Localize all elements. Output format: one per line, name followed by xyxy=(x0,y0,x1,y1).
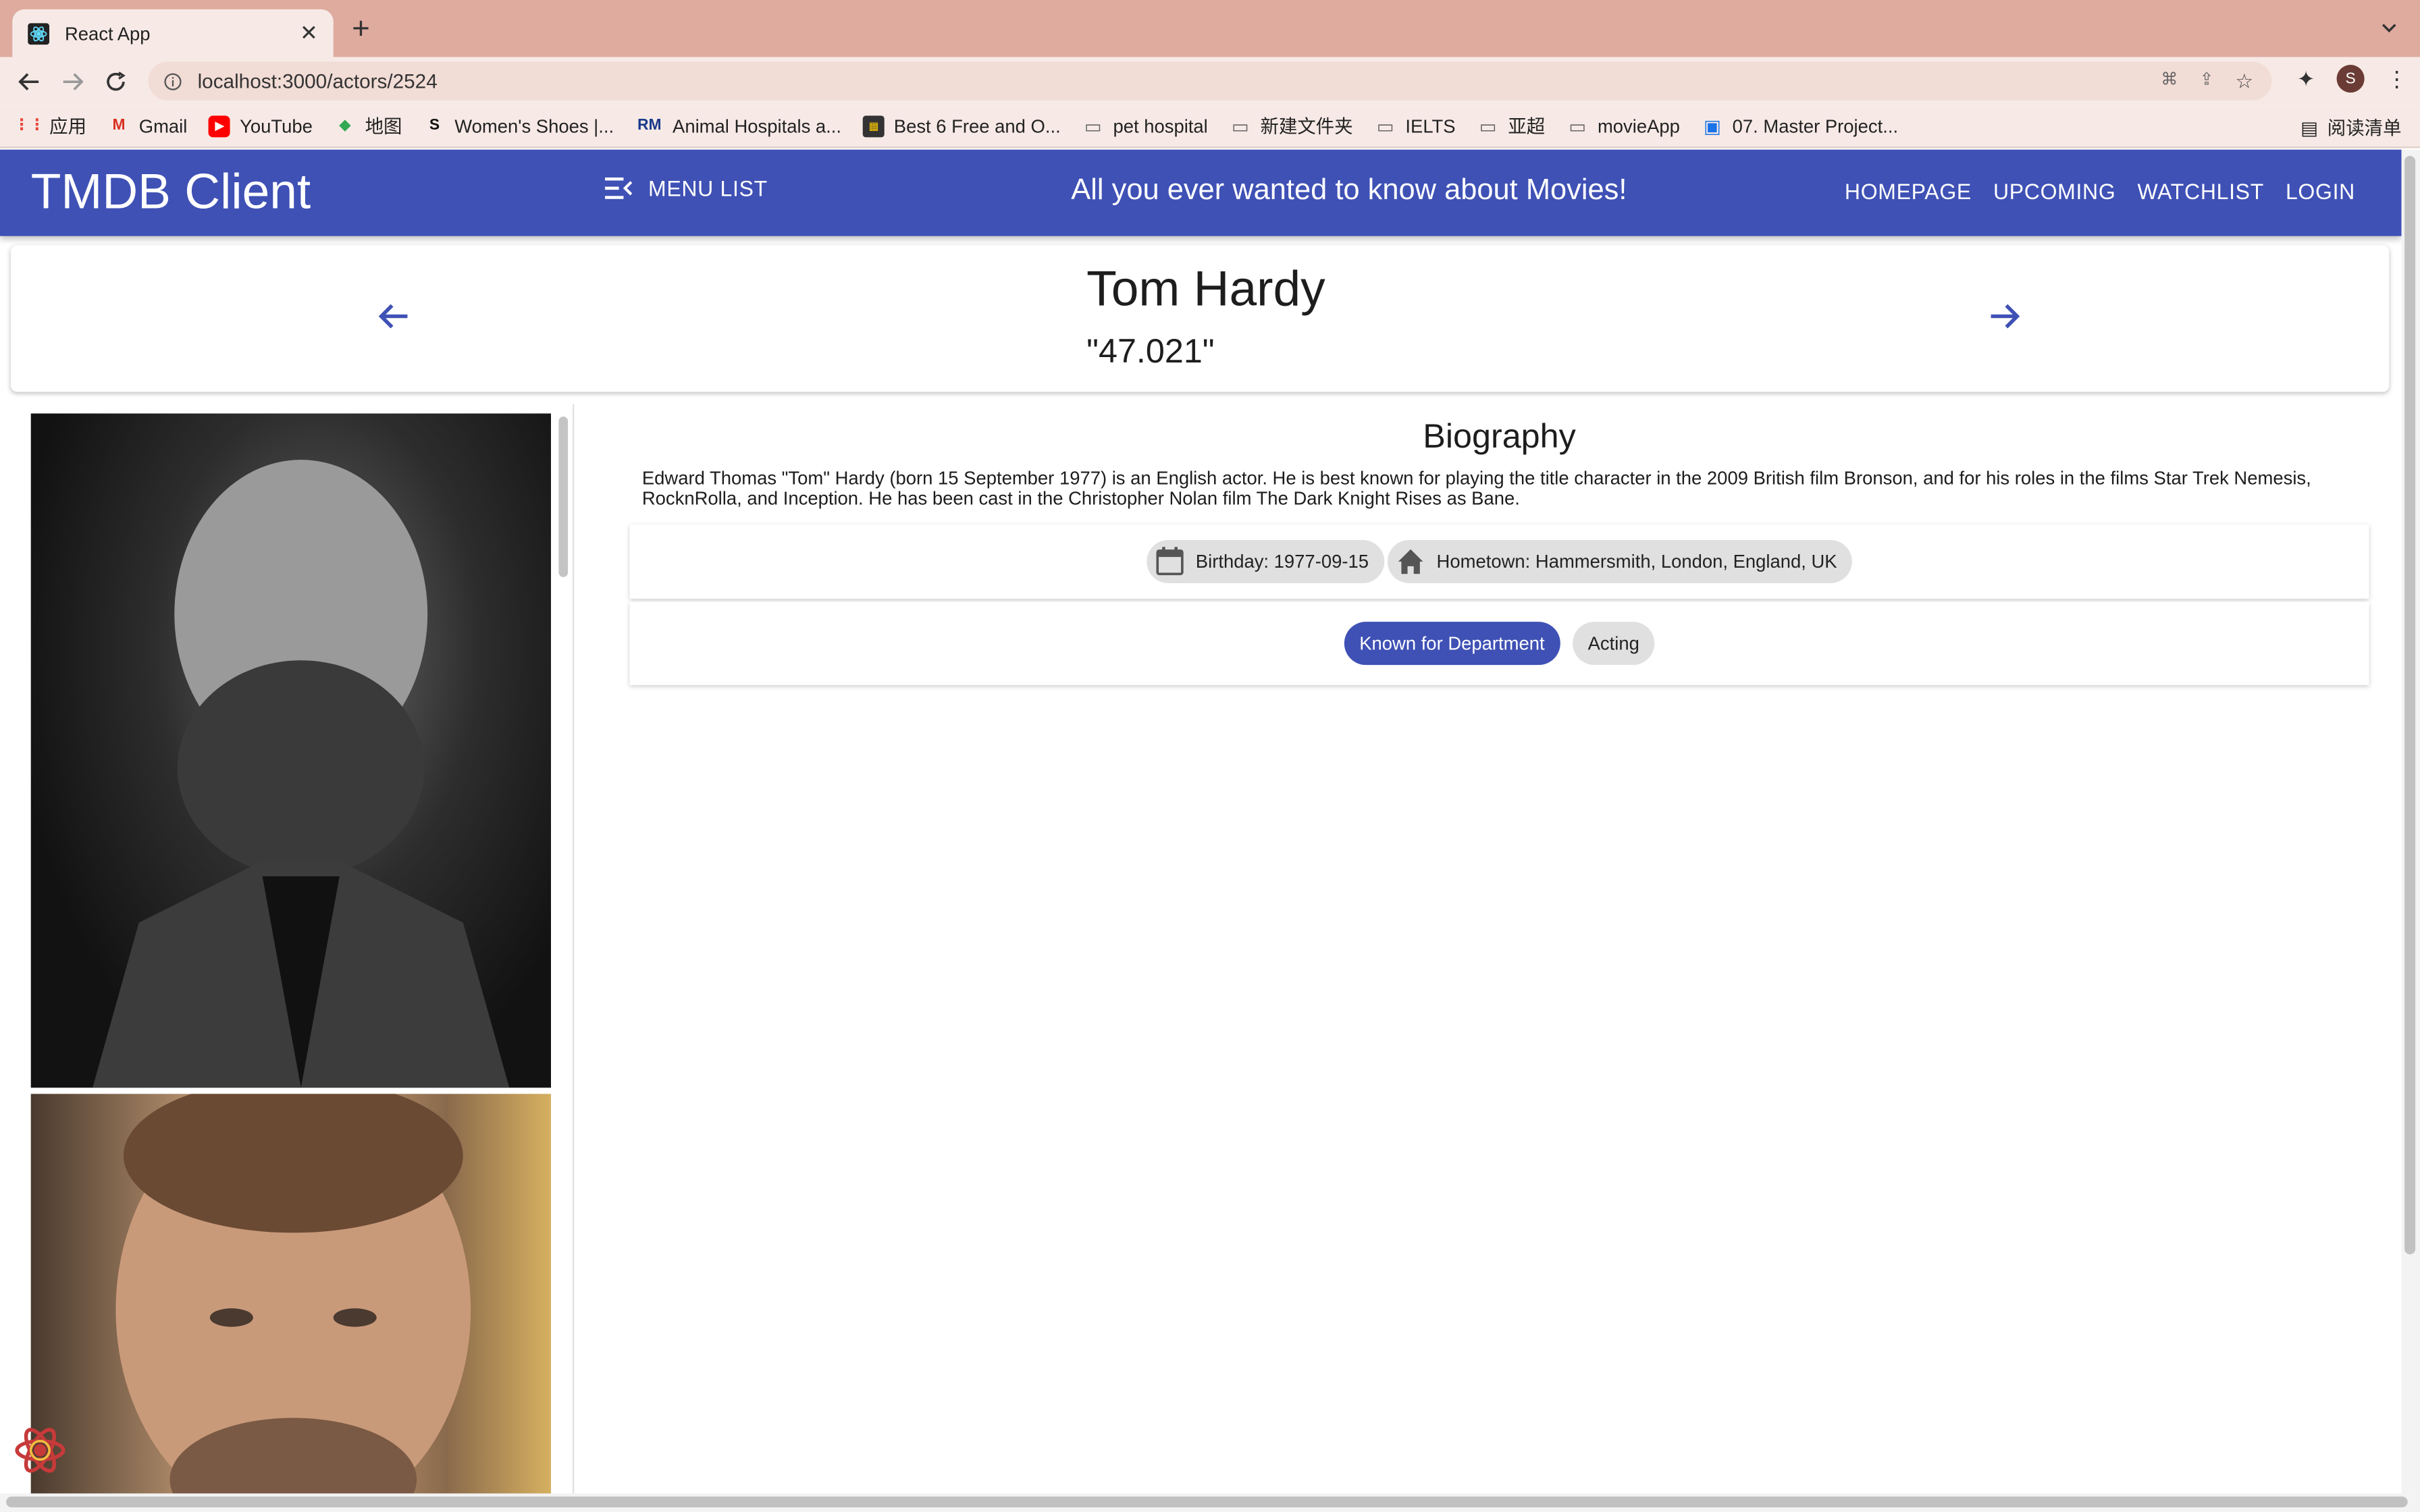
actor-photo xyxy=(30,413,551,1088)
bookmark-gmail[interactable]: M Gmail xyxy=(108,115,187,136)
birthday-chip: Birthday: 1977-09-15 xyxy=(1146,539,1384,583)
bookmark-asian-market[interactable]: ▭ 亚超 xyxy=(1477,113,1546,139)
actor-popularity: "47.021" xyxy=(1086,331,1215,371)
address-bar[interactable]: localhost:3000/actors/2524 ⌘ ⇪ ☆ xyxy=(148,61,2272,101)
scrollbar-thumb[interactable] xyxy=(2404,155,2416,1255)
folder-icon: ▭ xyxy=(1376,115,1394,137)
browser-toolbar: localhost:3000/actors/2524 ⌘ ⇪ ☆ ✦ S ⋮ xyxy=(0,57,2420,105)
bookmark-apps[interactable]: ⋮⋮ 应用 xyxy=(14,113,86,139)
bookmark-ielts[interactable]: ▭ IELTS xyxy=(1375,115,1456,136)
nav-upcoming[interactable]: UPCOMING xyxy=(1993,179,2115,204)
folder-icon: ▭ xyxy=(1479,115,1497,137)
forward-icon[interactable] xyxy=(57,66,88,97)
extensions-puzzle-icon[interactable]: ✦ xyxy=(2297,65,2315,92)
actor-photo xyxy=(30,1078,551,1494)
s-logo-icon: S xyxy=(429,117,440,134)
folder-icon: ▭ xyxy=(1231,115,1249,137)
url-text: localhost:3000/actors/2524 xyxy=(197,69,438,93)
bookmark-movieapp[interactable]: ▭ movieApp xyxy=(1567,115,1680,136)
new-tab-icon[interactable]: + xyxy=(352,14,370,45)
reading-list[interactable]: ▤ 阅读清单 xyxy=(2300,114,2401,140)
bookmark-star-icon[interactable]: ☆ xyxy=(2235,70,2253,94)
site-icon: ▦ xyxy=(863,115,885,137)
top-nav: HOMEPAGE UPCOMING WATCHLIST LOGIN xyxy=(1845,179,2355,204)
arrow-forward-icon[interactable] xyxy=(1987,298,2024,335)
bookmark-maps[interactable]: ◆ 地图 xyxy=(334,113,402,139)
profile-avatar[interactable]: S xyxy=(2336,64,2365,93)
back-icon[interactable] xyxy=(14,66,45,97)
bookmark-youtube[interactable]: ▶ YouTube xyxy=(209,115,313,137)
youtube-icon: ▶ xyxy=(209,115,231,137)
bookmark-new-folder[interactable]: ▭ 新建文件夹 xyxy=(1230,113,1353,139)
gmail-icon: M xyxy=(112,117,126,134)
bookmark-master-project[interactable]: ▣ 07. Master Project... xyxy=(1702,115,1898,136)
reading-list-icon: ▤ xyxy=(2300,116,2319,138)
bookmark-animal-hospitals[interactable]: RM Animal Hospitals a... xyxy=(635,115,841,136)
portrait-bw-image xyxy=(93,460,510,1088)
arrow-back-icon[interactable] xyxy=(375,298,412,335)
tab-bar: React App ✕ + xyxy=(0,0,2420,57)
actor-name: Tom Hardy xyxy=(1086,261,1325,317)
react-devtools-icon[interactable] xyxy=(12,1422,68,1478)
tagline: All you ever wanted to know about Movies… xyxy=(1071,174,1627,207)
maps-icon: ◆ xyxy=(339,117,351,134)
brand-title: TMDB Client xyxy=(30,163,311,219)
tab-search-chevron-icon[interactable] xyxy=(2380,18,2398,36)
nav-watchlist[interactable]: WATCHLIST xyxy=(2137,179,2263,204)
translate-icon[interactable]: ⌘ xyxy=(2161,70,2178,94)
scrollbar-thumb[interactable] xyxy=(6,1496,2408,1508)
tab-title: React App xyxy=(64,22,151,45)
bookmark-best-6-free[interactable]: ▦ Best 6 Free and O... xyxy=(863,115,1061,137)
known-for-department-chip: Known for Department xyxy=(1344,622,1560,666)
image-list-scrollbar[interactable] xyxy=(558,416,569,577)
share-icon[interactable]: ⇪ xyxy=(2199,70,2213,94)
folder-icon: ▭ xyxy=(1084,115,1102,137)
info-icon[interactable] xyxy=(163,72,182,90)
calendar-icon xyxy=(1155,547,1184,576)
rm-logo-icon: RM xyxy=(637,117,662,134)
hometown-chip: Hometown: Hammersmith, London, England, … xyxy=(1387,539,1853,583)
department-card: Known for Department Acting xyxy=(629,601,2369,685)
biography-text: Edward Thomas "Tom" Hardy (born 15 Septe… xyxy=(641,467,2311,510)
app-header: TMDB Client MENU LIST All you ever wante… xyxy=(0,149,2402,236)
calendar-icon: ▣ xyxy=(1703,115,1721,137)
browser-window: React App ✕ + localhost:3000/actors/2524… xyxy=(0,0,2420,1512)
reload-icon[interactable] xyxy=(101,66,132,97)
more-menu-icon[interactable]: ⋮ xyxy=(2386,65,2408,92)
browser-tab[interactable]: React App ✕ xyxy=(12,9,334,57)
page-horizontal-scrollbar[interactable] xyxy=(0,1493,2420,1512)
department-chip: Acting xyxy=(1572,622,1655,666)
portrait-color-image xyxy=(115,1078,471,1494)
page-vertical-scrollbar[interactable] xyxy=(2401,149,2420,1494)
react-favicon-icon xyxy=(28,22,50,45)
nav-homepage[interactable]: HOMEPAGE xyxy=(1845,179,1972,204)
menu-open-icon xyxy=(604,177,633,199)
menu-list-button[interactable]: MENU LIST xyxy=(604,176,768,200)
nav-login[interactable]: LOGIN xyxy=(2286,179,2355,204)
bookmarks-bar: ⋮⋮ 应用 M Gmail ▶ YouTube ◆ 地图 S Women's Shoes … xyxy=(0,105,2420,148)
biography-heading: Biography xyxy=(1423,416,1576,456)
close-tab-icon[interactable]: ✕ xyxy=(300,20,318,47)
actor-image-list[interactable] xyxy=(0,404,575,1494)
actor-header-card: Tom Hardy "47.021" xyxy=(10,245,2390,392)
actor-info-card: Birthday: 1977-09-15 Hometown: Hammersmi… xyxy=(629,524,2369,599)
apps-grid-icon: ⋮⋮ xyxy=(14,117,45,134)
bookmark-pet-hospital[interactable]: ▭ pet hospital xyxy=(1082,115,1208,136)
home-icon xyxy=(1398,549,1423,574)
bookmark-womens-shoes[interactable]: S Women's Shoes |... xyxy=(423,115,614,136)
folder-icon: ▭ xyxy=(1569,115,1587,137)
